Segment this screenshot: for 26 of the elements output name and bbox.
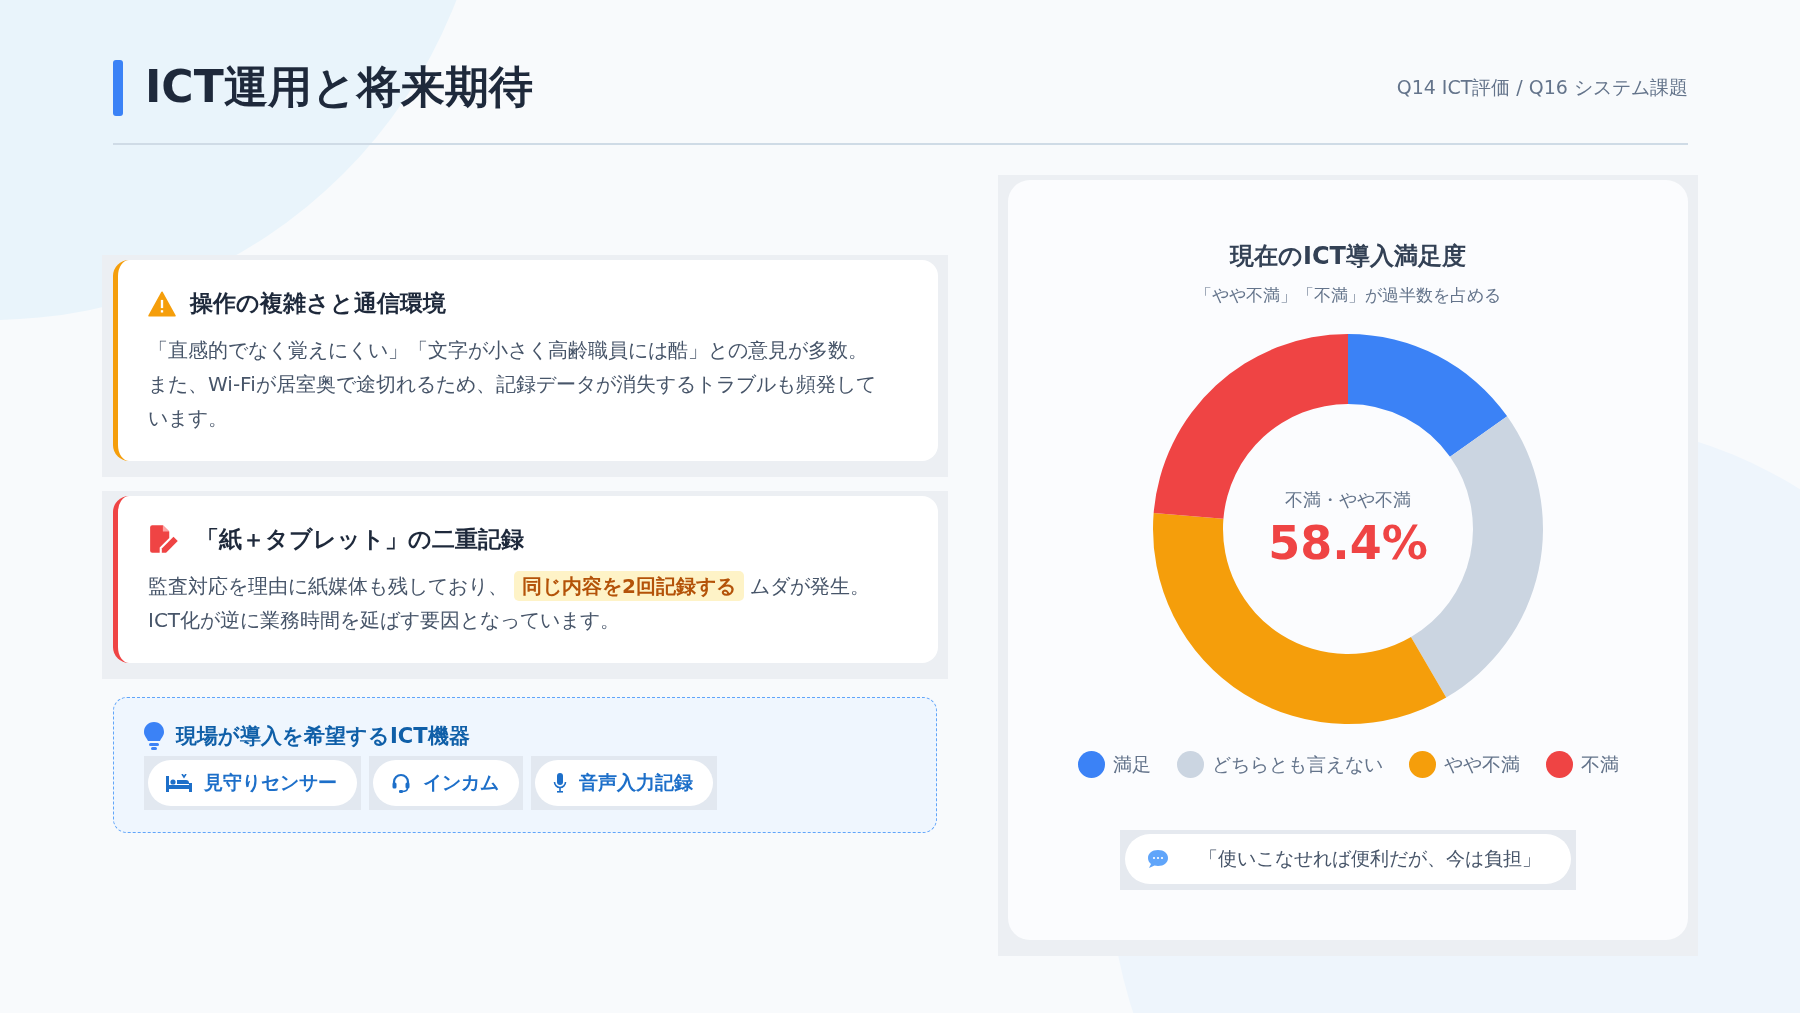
card-title: 「紙＋タブレット」の二重記録: [196, 525, 524, 554]
device-label: 音声入力記録: [579, 770, 693, 795]
title-accent-bar: [113, 59, 123, 116]
legend-label: 満足: [1112, 751, 1151, 777]
wishlist-title: 現場が導入を希望するICT機器: [176, 723, 470, 750]
center-value: 58.4%: [1268, 516, 1428, 570]
device-label: 見守りセンサー: [204, 770, 337, 795]
warning-icon: [148, 290, 176, 317]
headset-icon: [391, 773, 411, 793]
chart-subtitle: 「やや不満」「不満」が過半数を占める: [1195, 284, 1501, 307]
center-label: 不満・やや不満: [1285, 488, 1411, 512]
chat-bubble-icon: [1147, 849, 1169, 869]
legend-label: 不満: [1580, 751, 1619, 777]
lightbulb-icon: [144, 722, 164, 750]
card-text: 監査対応を理由に紙媒体も残しており、同じ内容を2回記録するムダが発生。ICT化が逆に業務時間を延ばす要因となっています。: [148, 569, 904, 637]
card-title: 操作の複雑さと通信環境: [190, 289, 446, 318]
legend-label: どちらとも言えない: [1211, 751, 1383, 777]
microphone-icon: [553, 773, 567, 793]
quote-text: 「使いこなせれば便利だが、今は負担」: [1199, 846, 1541, 871]
card-text: 「直感的でなく覚えにくい」「文字が小さく高齢職員には酷」との意見が多数。また、Wi-Fiが居室奥で途切れるため、記録データが消失するトラブルも頻発しています。: [148, 337, 877, 432]
legend-label: やや不満: [1443, 751, 1520, 777]
source-note: Q14 ICT評価 / Q16 システム課題: [1396, 74, 1688, 100]
bed-icon: [166, 774, 192, 792]
page-title: ICT運用と将来期待: [145, 60, 533, 114]
chart-title: 現在のICT導入満足度: [1230, 241, 1466, 272]
device-label: インカム: [423, 770, 499, 795]
